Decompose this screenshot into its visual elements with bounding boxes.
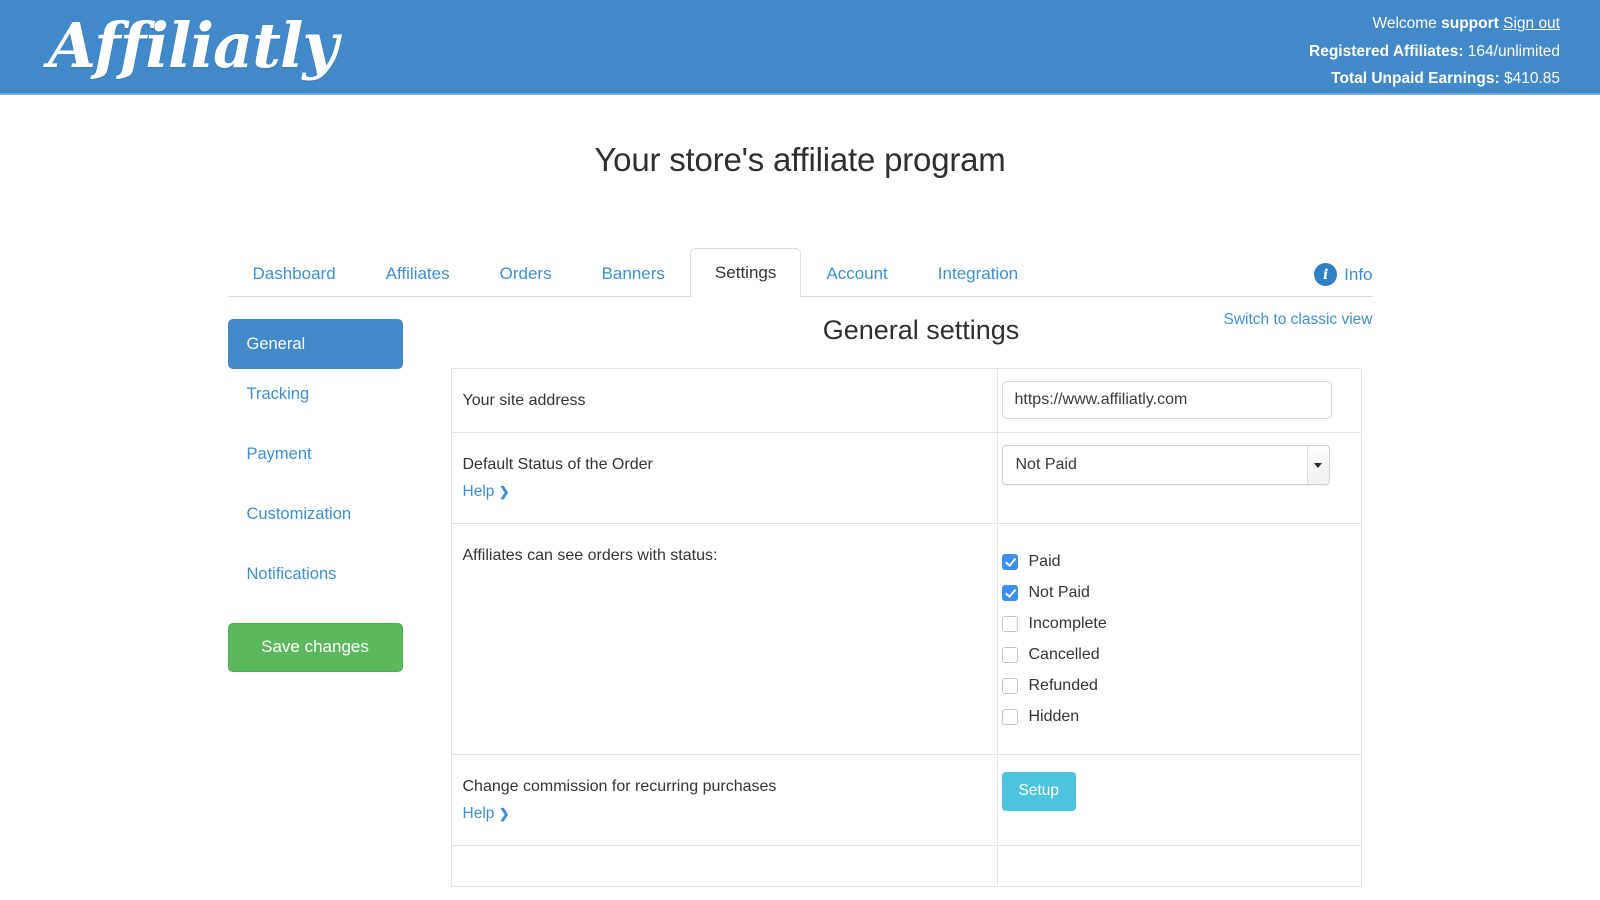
page-title: Your store's affiliate program [0, 141, 1600, 179]
help-link-text: Help [463, 483, 495, 500]
settings-sidebar: General Tracking Payment Customization N… [228, 319, 403, 672]
checkbox-not-paid[interactable] [1002, 585, 1018, 601]
checkbox-row-paid[interactable]: Paid [1002, 546, 1361, 577]
tab-list: Dashboard Affiliates Orders Banners Sett… [228, 251, 1044, 297]
setup-button[interactable]: Setup [1002, 772, 1077, 811]
default-status-label: Default Status of the Order [463, 453, 997, 476]
checkbox-refunded[interactable] [1002, 678, 1018, 694]
recurring-commission-label: Change commission for recurring purchase… [463, 775, 997, 798]
checkbox-row-hidden[interactable]: Hidden [1002, 701, 1361, 732]
registered-affiliates-row: Registered Affiliates: 164/unlimited [1309, 38, 1560, 65]
row-value-recurring-commission: Setup [997, 755, 1361, 846]
row-value-visible-statuses: Paid Not Paid Incomplete [997, 524, 1361, 755]
checkbox-row-incomplete[interactable]: Incomplete [1002, 608, 1361, 639]
row-label-site-address: Your site address [451, 369, 997, 433]
checkbox-label-cancelled: Cancelled [1029, 646, 1100, 664]
checkbox-label-paid: Paid [1029, 553, 1061, 571]
tab-orders[interactable]: Orders [475, 251, 577, 297]
visible-statuses-label: Affiliates can see orders with status: [463, 547, 718, 564]
sidebar-item-payment[interactable]: Payment [228, 435, 403, 473]
select-arrow-box [1307, 446, 1329, 484]
row-label-default-status: Default Status of the Order Help ❯ [451, 433, 997, 524]
caret-down-icon [1314, 463, 1322, 468]
info-circle-icon: i [1314, 263, 1337, 286]
checkbox-paid[interactable] [1002, 554, 1018, 570]
help-link-text: Help [463, 805, 495, 822]
row-value-default-status: Not Paid [997, 433, 1361, 524]
row-label-next-partial [451, 846, 997, 887]
checkbox-label-incomplete: Incomplete [1029, 615, 1107, 633]
settings-main-panel: General settings Your site address Defau… [438, 297, 1373, 887]
row-value-next-partial [997, 846, 1361, 887]
checkbox-label-hidden: Hidden [1029, 708, 1080, 726]
tab-affiliates[interactable]: Affiliates [361, 251, 475, 297]
checkbox-incomplete[interactable] [1002, 616, 1018, 632]
table-row-recurring-commission: Change commission for recurring purchase… [451, 755, 1361, 846]
welcome-row: Welcome support Sign out [1309, 10, 1560, 37]
total-unpaid-label: Total Unpaid Earnings: [1331, 70, 1500, 87]
table-row-visible-statuses: Affiliates can see orders with status: P… [451, 524, 1361, 755]
checkbox-row-not-paid[interactable]: Not Paid [1002, 577, 1361, 608]
checkbox-row-refunded[interactable]: Refunded [1002, 670, 1361, 701]
tab-settings[interactable]: Settings [690, 248, 801, 298]
checkbox-row-cancelled[interactable]: Cancelled [1002, 639, 1361, 670]
sidebar-item-notifications[interactable]: Notifications [228, 555, 403, 593]
site-address-label: Your site address [463, 392, 586, 409]
tab-bar: Dashboard Affiliates Orders Banners Sett… [228, 251, 1373, 297]
default-status-select[interactable]: Not Paid [1002, 445, 1330, 485]
status-checkbox-list: Paid Not Paid Incomplete [1002, 536, 1361, 742]
settings-page-content: Switch to classic view General Tracking … [228, 297, 1373, 887]
info-label: Info [1344, 265, 1372, 285]
tab-dashboard[interactable]: Dashboard [228, 251, 361, 297]
switch-to-classic-view-link[interactable]: Switch to classic view [1223, 311, 1372, 329]
welcome-username: support [1441, 15, 1499, 32]
sign-out-link[interactable]: Sign out [1503, 15, 1560, 32]
registered-affiliates-label: Registered Affiliates: [1309, 43, 1463, 60]
sidebar-item-customization[interactable]: Customization [228, 495, 403, 533]
row-value-site-address [997, 369, 1361, 433]
affiliatly-logo: Affiliatly [48, 6, 337, 87]
site-address-input[interactable] [1002, 381, 1332, 419]
top-header-bar: Affiliatly Welcome support Sign out Regi… [0, 0, 1600, 95]
header-account-info: Welcome support Sign out Registered Affi… [1309, 10, 1560, 92]
chevron-right-icon: ❯ [499, 484, 510, 499]
checkbox-label-refunded: Refunded [1029, 677, 1098, 695]
checkbox-label-not-paid: Not Paid [1029, 584, 1090, 602]
welcome-prefix: Welcome [1372, 15, 1436, 32]
table-row-site-address: Your site address [451, 369, 1361, 433]
row-label-visible-statuses: Affiliates can see orders with status: [451, 524, 997, 755]
general-settings-table: Your site address Default Status of the … [451, 368, 1362, 887]
chevron-right-icon: ❯ [499, 806, 510, 821]
checkbox-cancelled[interactable] [1002, 647, 1018, 663]
info-button[interactable]: i Info [1314, 263, 1372, 286]
tab-account[interactable]: Account [801, 251, 912, 297]
help-link-recurring-commission[interactable]: Help ❯ [463, 802, 510, 825]
save-changes-button[interactable]: Save changes [228, 623, 403, 672]
table-row-next-partial [451, 846, 1361, 887]
sidebar-item-tracking[interactable]: Tracking [228, 375, 403, 413]
checkbox-hidden[interactable] [1002, 709, 1018, 725]
help-link-default-status[interactable]: Help ❯ [463, 480, 510, 503]
default-status-selected-value: Not Paid [1016, 456, 1077, 474]
tab-banners[interactable]: Banners [577, 251, 690, 297]
registered-affiliates-value: 164/unlimited [1468, 43, 1560, 60]
total-unpaid-row: Total Unpaid Earnings: $410.85 [1309, 65, 1560, 92]
table-row-default-status: Default Status of the Order Help ❯ Not P… [451, 433, 1361, 524]
sidebar-item-general[interactable]: General [228, 319, 403, 369]
total-unpaid-value: $410.85 [1504, 70, 1560, 87]
tab-integration[interactable]: Integration [913, 251, 1043, 297]
row-label-recurring-commission: Change commission for recurring purchase… [451, 755, 997, 846]
